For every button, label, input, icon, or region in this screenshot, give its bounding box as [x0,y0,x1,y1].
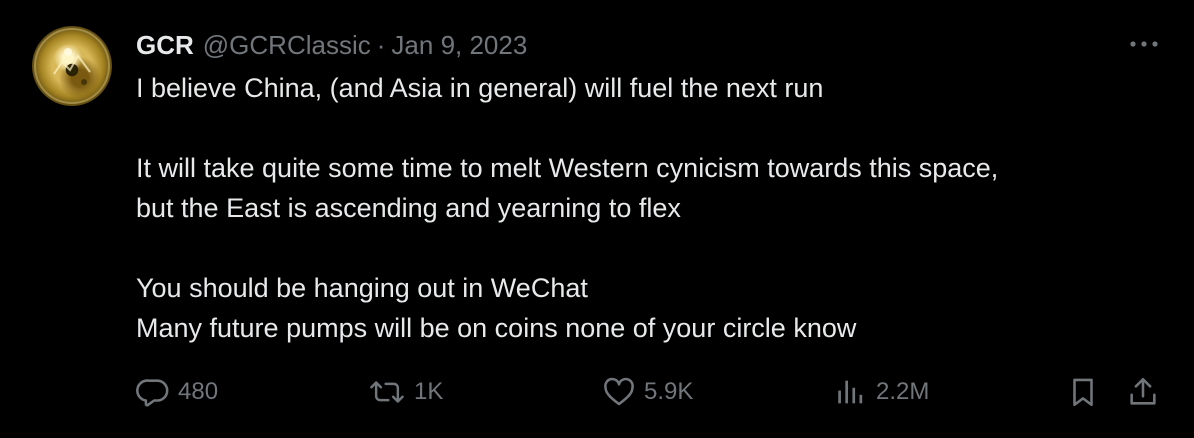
more-horizontal-icon [1130,41,1158,47]
like-count: 5.9K [644,378,694,405]
tweet-line: It will take quite some time to melt Wes… [136,153,999,183]
retweet-button[interactable]: 1K [368,370,443,414]
avatar[interactable] [32,26,112,106]
like-button[interactable]: 5.9K [602,370,693,414]
tweet-line: You should be hanging out in WeChat [136,273,588,303]
tweet-line: but the East is ascending and yearning t… [136,193,681,223]
share-button[interactable] [1126,370,1160,414]
share-icon [1130,377,1156,405]
views-count: 2.2M [876,378,930,405]
retweet-icon [370,381,404,403]
tweet-line: I believe China, (and Asia in general) w… [136,73,824,103]
reply-button[interactable]: 480 [136,370,218,414]
author-handle[interactable]: @GCRClassic [203,30,371,61]
more-options-button[interactable] [1126,30,1162,58]
retweet-count: 1K [414,378,444,405]
reply-icon [136,379,169,407]
avatar-coin-image [34,28,110,104]
reply-count: 480 [178,378,219,405]
analytics-icon [838,380,863,404]
heart-icon [604,377,634,406]
tweet-card[interactable]: GCR @GCRClassic · Jan 9, 2023 I believe … [0,0,1194,438]
author-name[interactable]: GCR [136,30,194,61]
tweet-actions: 480 1K 5.9K 2.2M [0,370,1194,414]
header-separator: · [376,29,386,60]
tweet-header: GCR @GCRClassic · Jan 9, 2023 [136,28,527,62]
bookmark-icon [1073,378,1093,407]
views-button[interactable]: 2.2M [834,370,929,414]
tweet-date[interactable]: Jan 9, 2023 [391,30,527,61]
bookmark-button[interactable] [1066,370,1100,414]
tweet-text: I believe China, (and Asia in general) w… [136,68,1156,348]
tweet-line: Many future pumps will be on coins none … [136,313,857,343]
